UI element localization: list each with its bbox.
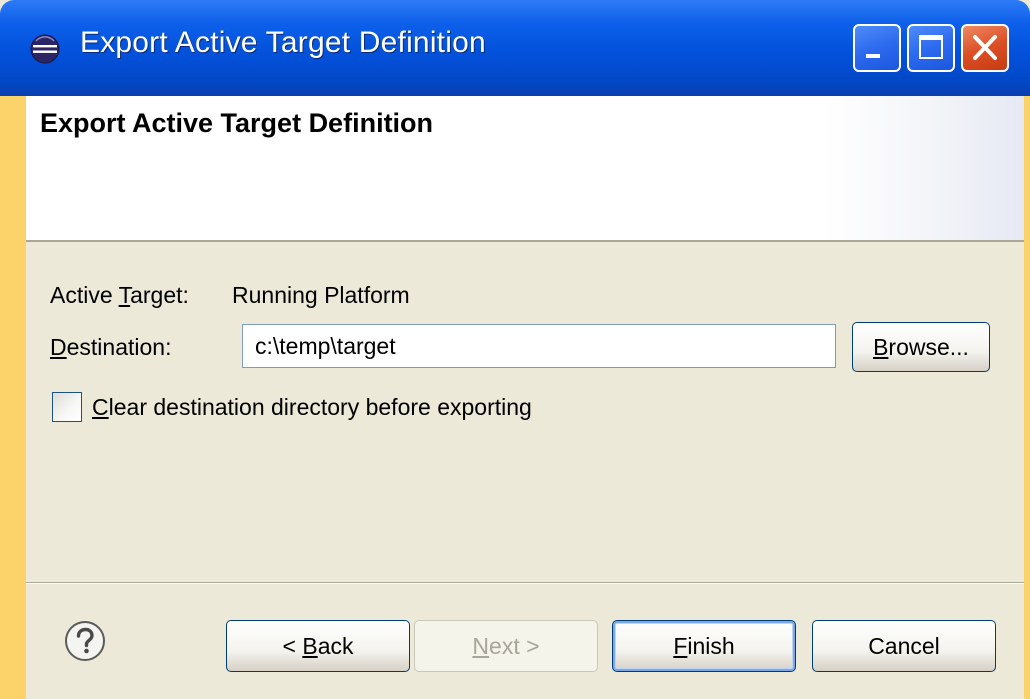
maximize-button[interactable] [907,24,955,72]
browse-label: rowse... [888,334,969,360]
banner-title: Export Active Target Definition [40,108,434,138]
window-frame-right [1024,96,1030,699]
button-bar-separator [26,582,1024,584]
destination-label-post: estination: [66,334,172,360]
active-target-label-mnemonic: T [118,282,131,308]
window-title: Export Active Target Definition [80,26,486,59]
clear-destination-mnemonic: C [92,394,109,420]
next-mnemonic: N [472,633,490,659]
close-icon [973,35,997,60]
back-button[interactable]: < Back [226,620,410,672]
title-bar[interactable]: Export Active Target Definition [0,0,1030,96]
active-target-label: Active Target: [50,282,189,309]
clear-destination-label[interactable]: Clear destination directory before expor… [92,394,532,421]
maximize-icon [919,35,943,59]
clear-destination-checkbox[interactable] [52,392,82,422]
browse-button[interactable]: Browse... [852,322,990,372]
export-dialog-window: Export Active Target Definition Export A… [0,0,1030,699]
finish-button[interactable]: Finish [612,620,796,672]
destination-label: Destination: [50,334,171,361]
destination-input[interactable]: c:\temp\target [242,324,836,368]
active-target-label-pre: Active [50,282,119,308]
finish-label: inish [687,633,735,659]
back-prefix: < [282,633,303,659]
destination-label-mnemonic: D [50,334,67,360]
back-label: ack [317,633,354,659]
active-target-value: Running Platform [232,282,410,308]
finish-mnemonic: F [673,633,688,659]
back-mnemonic: B [302,633,318,659]
eclipse-icon [30,34,60,64]
next-label: ext > [489,633,540,659]
active-target-label-post: arget: [130,282,189,308]
cancel-button[interactable]: Cancel [812,620,996,672]
window-frame-left [0,96,26,699]
browse-mnemonic: B [873,334,889,360]
next-button[interactable]: Next > [414,620,598,672]
close-button[interactable] [961,24,1009,72]
wizard-content: Active Target: Running Platform Destinat… [26,242,1024,699]
minimize-button[interactable] [853,24,901,72]
wizard-banner: Export Active Target Definition [26,96,1024,242]
clear-destination-label-post: lear destination directory before export… [108,394,532,420]
minimize-icon [866,54,880,58]
help-icon[interactable] [64,620,106,662]
